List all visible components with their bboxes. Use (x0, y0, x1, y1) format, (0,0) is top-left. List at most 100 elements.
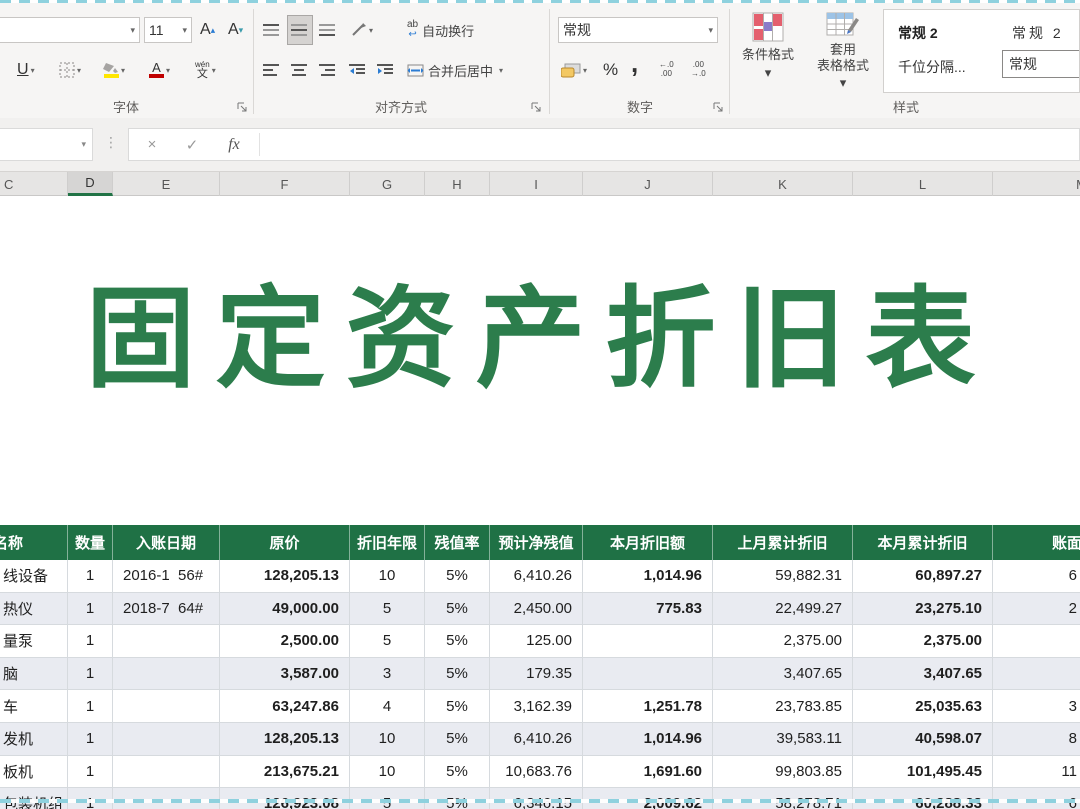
table-header-cell[interactable]: 残值率 (425, 525, 490, 560)
cell[interactable]: 99,803.85 (713, 756, 853, 789)
align-top-button[interactable] (260, 16, 284, 44)
accounting-format-button[interactable]: ▾ (558, 56, 590, 84)
cell[interactable]: 线设备 (0, 560, 68, 593)
cell-style-item[interactable]: 常规 2 (1006, 20, 1070, 46)
cell[interactable]: 5 (350, 625, 425, 658)
column-header-E[interactable]: E (113, 172, 220, 196)
cell-style-item[interactable]: 千位分隔... (892, 54, 972, 80)
cell[interactable] (583, 658, 713, 691)
cell[interactable]: 23,275.10 (853, 593, 993, 626)
cell[interactable]: 1 (68, 723, 113, 756)
cell[interactable]: 22,499.27 (713, 593, 853, 626)
cell[interactable]: 5% (425, 625, 490, 658)
number-format-combobox[interactable]: 常规▾ (558, 17, 718, 43)
align-bottom-button[interactable] (316, 16, 340, 44)
cell[interactable]: 6,410.26 (490, 560, 583, 593)
cell[interactable]: 23,783.85 (713, 690, 853, 723)
sheet-title-cell[interactable]: 固定资产折旧表 (0, 274, 1080, 406)
cell[interactable]: 2,375.00 (853, 625, 993, 658)
table-header-cell[interactable]: 名称 (0, 525, 68, 560)
cell[interactable]: 3 (993, 690, 1080, 723)
cell[interactable]: 1,691.60 (583, 756, 713, 789)
cell[interactable]: 6 (993, 560, 1080, 593)
cell[interactable]: 1 (68, 625, 113, 658)
cell[interactable] (993, 625, 1080, 658)
cell[interactable] (113, 756, 220, 789)
cell[interactable]: 25,035.63 (853, 690, 993, 723)
orientation-button[interactable]: ▾ (348, 16, 376, 44)
align-left-button[interactable] (260, 56, 284, 84)
cell[interactable]: 热仪 (0, 593, 68, 626)
insert-function-button[interactable]: fx (219, 129, 249, 160)
cell[interactable]: 1,014.96 (583, 560, 713, 593)
cell[interactable]: 2016-1 56# (113, 560, 220, 593)
grow-font-button[interactable]: A▴ (197, 16, 218, 44)
cell[interactable]: 39,583.11 (713, 723, 853, 756)
cell[interactable]: 1,251.78 (583, 690, 713, 723)
decrease-decimal-button[interactable]: .00 →.0 (688, 56, 709, 84)
cell[interactable]: 3,407.65 (853, 658, 993, 691)
font-color-button[interactable]: A▾ (146, 56, 173, 84)
cell[interactable]: 2,450.00 (490, 593, 583, 626)
increase-indent-button[interactable] (374, 56, 398, 84)
cell[interactable]: 1 (68, 658, 113, 691)
cell[interactable]: 10,683.76 (490, 756, 583, 789)
cell[interactable]: 2,375.00 (713, 625, 853, 658)
table-header-cell[interactable]: 数量 (68, 525, 113, 560)
column-header-H[interactable]: H (425, 172, 490, 196)
wrap-text-button[interactable]: ab↩自动换行 (404, 16, 477, 44)
cell[interactable]: 125.00 (490, 625, 583, 658)
shrink-font-button[interactable]: A▾ (225, 16, 246, 44)
cell[interactable]: 60,897.27 (853, 560, 993, 593)
fill-color-button[interactable]: ▾ (100, 56, 128, 84)
font-name-combobox[interactable]: ▾ (0, 17, 140, 43)
alignment-dialog-launcher[interactable] (531, 102, 543, 114)
font-size-combobox[interactable]: 11▾ (144, 17, 192, 43)
table-header-cell[interactable]: 账面 (993, 525, 1080, 560)
cell[interactable]: 3,407.65 (713, 658, 853, 691)
cell[interactable]: 10 (350, 723, 425, 756)
number-dialog-launcher[interactable] (713, 102, 725, 114)
cancel-button[interactable]: × (137, 129, 167, 160)
column-header-I[interactable]: I (490, 172, 583, 196)
column-header-C[interactable]: C (0, 172, 68, 196)
cell[interactable] (113, 658, 220, 691)
cell[interactable] (113, 625, 220, 658)
table-header-cell[interactable]: 上月累计折旧 (713, 525, 853, 560)
align-right-button[interactable] (316, 56, 340, 84)
table-header-cell[interactable]: 入账日期 (113, 525, 220, 560)
cell[interactable]: 101,495.45 (853, 756, 993, 789)
underline-button[interactable]: U▾ (14, 56, 38, 84)
table-header-cell[interactable]: 折旧年限 (350, 525, 425, 560)
cell[interactable]: 1 (68, 756, 113, 789)
column-header-M[interactable]: M (993, 172, 1080, 196)
cell[interactable]: 11 (993, 756, 1080, 789)
name-box[interactable]: ▾ (0, 128, 93, 161)
cell[interactable]: 5% (425, 593, 490, 626)
cell[interactable]: 量泵 (0, 625, 68, 658)
cell[interactable]: 8 (993, 723, 1080, 756)
cell[interactable]: 车 (0, 690, 68, 723)
column-header-L[interactable]: L (853, 172, 993, 196)
font-dialog-launcher[interactable] (237, 102, 249, 114)
cell[interactable]: 128,205.13 (220, 723, 350, 756)
cell[interactable]: 发机 (0, 723, 68, 756)
align-center-button[interactable] (288, 56, 312, 84)
conditional-formatting-button[interactable]: 条件格式 ▾ (736, 11, 800, 82)
cell[interactable]: 5% (425, 723, 490, 756)
column-header-K[interactable]: K (713, 172, 853, 196)
cell[interactable]: 49,000.00 (220, 593, 350, 626)
cell[interactable]: 5 (350, 593, 425, 626)
cell[interactable]: 5% (425, 756, 490, 789)
cell[interactable]: 1 (68, 560, 113, 593)
cell[interactable]: 775.83 (583, 593, 713, 626)
cell[interactable]: 179.35 (490, 658, 583, 691)
cell[interactable]: 4 (350, 690, 425, 723)
cell[interactable]: 3,162.39 (490, 690, 583, 723)
cell[interactable]: 10 (350, 756, 425, 789)
cell[interactable]: 3,587.00 (220, 658, 350, 691)
cell-style-item[interactable]: 常规 2 (892, 20, 944, 46)
cell[interactable]: 63,247.86 (220, 690, 350, 723)
align-middle-button[interactable] (288, 16, 312, 44)
cell[interactable]: 2,500.00 (220, 625, 350, 658)
